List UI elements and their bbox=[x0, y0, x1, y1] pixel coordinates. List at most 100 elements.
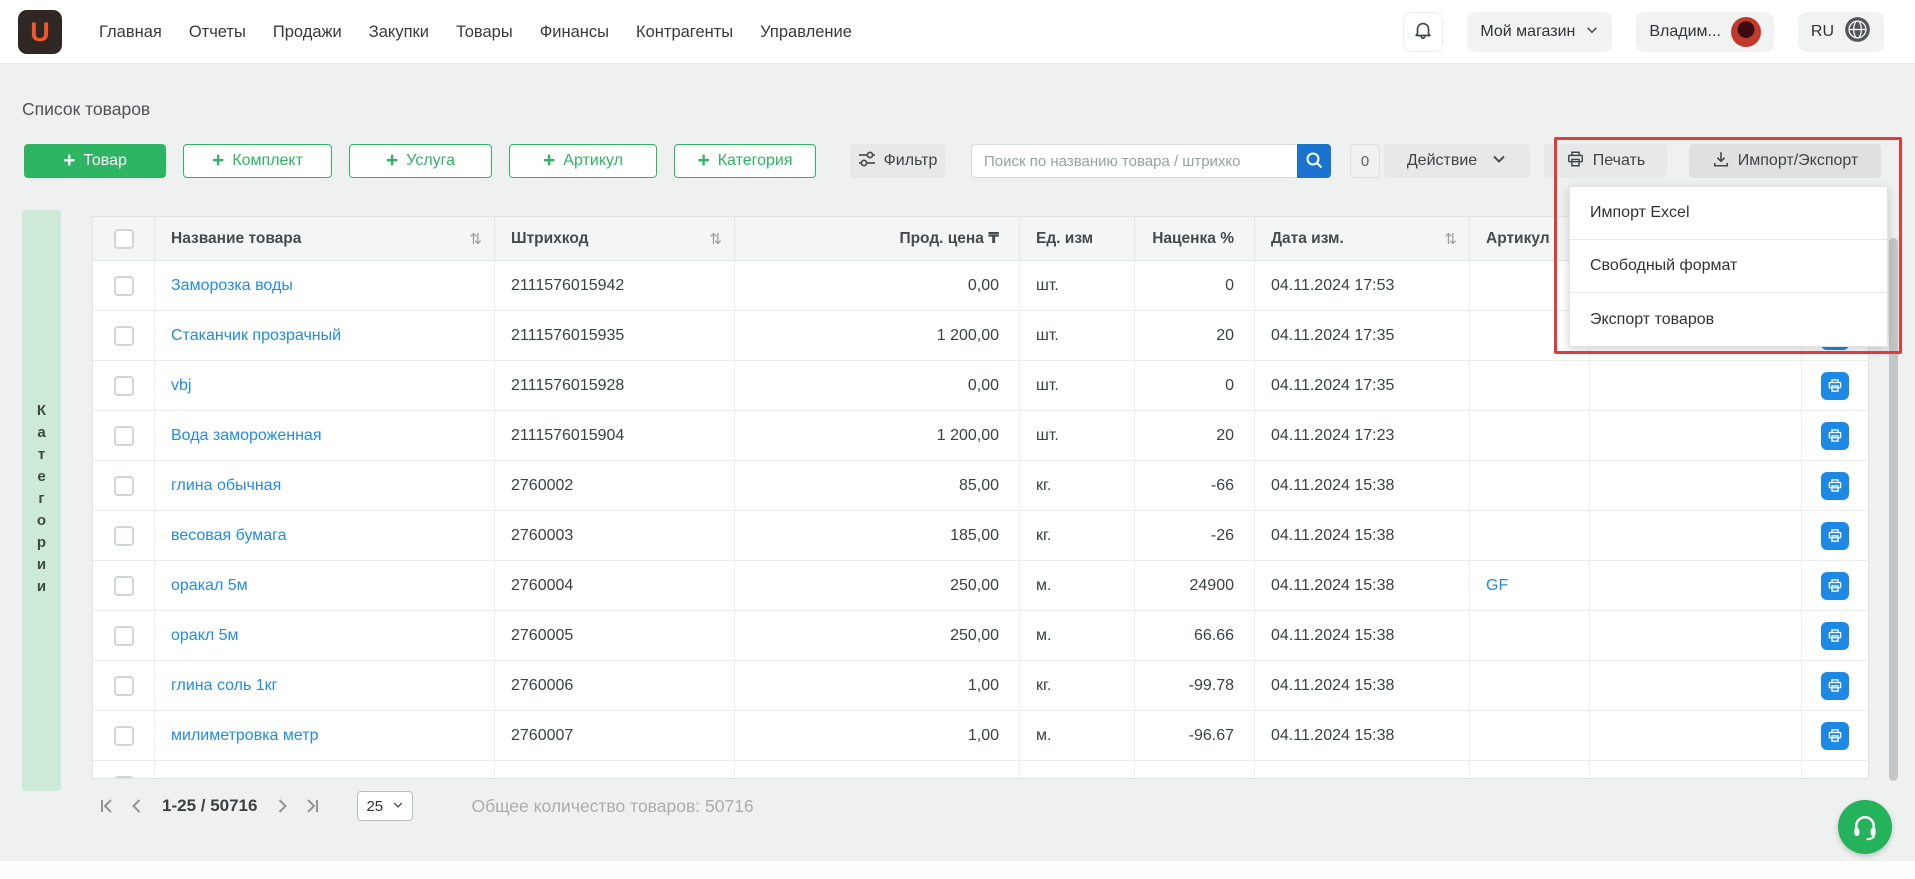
date-cell: 04.11.2024 15:38 bbox=[1255, 611, 1470, 660]
language-selector[interactable]: RU bbox=[1797, 12, 1884, 52]
add-product-button[interactable]: + Товар bbox=[24, 144, 166, 178]
barcode-cell: 2760006 bbox=[495, 661, 735, 710]
nav-right: Мой магазин Владим... RU bbox=[1403, 12, 1884, 52]
row-checkbox-cell bbox=[93, 461, 155, 510]
search-button[interactable] bbox=[1297, 144, 1331, 178]
row-print-button[interactable] bbox=[1821, 621, 1849, 650]
nav-item-8[interactable]: Управление bbox=[760, 23, 852, 42]
row-print-button[interactable] bbox=[1821, 471, 1849, 500]
product-name-link[interactable]: Стаканчик прозрачный bbox=[171, 327, 341, 345]
add-product-label: Товар bbox=[83, 152, 127, 169]
markup-cell: -96.67 bbox=[1135, 711, 1255, 760]
table-row: глина соль 1кг 2760006 1,00 кг. -99.78 0… bbox=[93, 661, 1868, 711]
print-button[interactable]: Печать bbox=[1544, 144, 1667, 178]
product-name-link[interactable]: весовая бумага bbox=[171, 527, 287, 545]
column-header-modified[interactable]: Дата изм. ⇅ bbox=[1255, 217, 1470, 260]
row-checkbox[interactable] bbox=[113, 275, 134, 296]
user-menu[interactable]: Владим... bbox=[1636, 12, 1774, 52]
select-all-cell bbox=[93, 217, 155, 260]
row-checkbox[interactable] bbox=[113, 725, 134, 746]
app-logo[interactable]: U bbox=[18, 10, 62, 54]
row-checkbox[interactable] bbox=[113, 375, 134, 396]
row-checkbox[interactable] bbox=[113, 776, 134, 778]
row-print-button[interactable] bbox=[1821, 721, 1849, 750]
barcode-cell: 2760005 bbox=[495, 611, 735, 660]
next-page-button[interactable] bbox=[267, 796, 297, 816]
product-name-link[interactable]: милиметровка метр bbox=[171, 727, 319, 745]
nav-item-3[interactable]: Продажи bbox=[273, 23, 342, 42]
page-size-select[interactable]: 25 bbox=[357, 791, 414, 821]
row-print-button[interactable] bbox=[1821, 421, 1849, 450]
add-category-button[interactable]: + Категория bbox=[674, 144, 816, 178]
table-row: милиметровка метр 2760007 1,00 м. -96.67… bbox=[93, 711, 1868, 761]
price-cell: 0,00 bbox=[735, 261, 1020, 310]
date-cell: 04.11.2024 15:38 bbox=[1255, 461, 1470, 510]
price-cell: 250,00 bbox=[735, 561, 1020, 610]
filter-label: Фильтр bbox=[883, 152, 938, 169]
product-name-link[interactable]: глина обычная bbox=[171, 477, 281, 495]
add-sku-button[interactable]: + Артикул bbox=[509, 144, 657, 178]
product-name-link[interactable]: Вода замороженная bbox=[171, 427, 321, 445]
row-checkbox[interactable] bbox=[113, 325, 134, 346]
notifications-button[interactable] bbox=[1403, 12, 1444, 52]
sku-cell bbox=[1470, 711, 1590, 760]
column-header-barcode[interactable]: Штрихкод ⇅ bbox=[495, 217, 735, 260]
row-print-button[interactable] bbox=[1821, 671, 1849, 700]
nav-item-5[interactable]: Товары bbox=[456, 23, 513, 42]
store-selector[interactable]: Мой магазин bbox=[1467, 12, 1613, 52]
categories-panel-toggle[interactable]: Категории bbox=[22, 210, 61, 791]
row-print-button[interactable] bbox=[1821, 521, 1849, 550]
toolbar: + Товар + Комплект + Услуга + Артикул + … bbox=[0, 144, 1915, 178]
column-header-name[interactable]: Название товара ⇅ bbox=[155, 217, 495, 260]
row-checkbox[interactable] bbox=[113, 575, 134, 596]
vertical-scrollbar-thumb[interactable] bbox=[1889, 238, 1898, 781]
product-name-link[interactable]: vbj bbox=[171, 377, 191, 395]
product-name-link[interactable]: оракал 5м bbox=[171, 577, 248, 595]
filter-button[interactable]: Фильтр bbox=[850, 144, 945, 178]
select-all-checkbox[interactable] bbox=[113, 228, 134, 249]
row-checkbox[interactable] bbox=[113, 425, 134, 446]
row-print-button[interactable] bbox=[1821, 571, 1849, 600]
sort-icon[interactable]: ⇅ bbox=[1444, 230, 1457, 248]
first-page-button[interactable] bbox=[92, 796, 122, 816]
import-export-button[interactable]: Импорт/Экспорт bbox=[1689, 144, 1881, 178]
product-name-link[interactable]: глина соль 1кг bbox=[171, 677, 278, 695]
action-dropdown-button[interactable]: Действие bbox=[1384, 144, 1530, 178]
row-checkbox[interactable] bbox=[113, 675, 134, 696]
add-kit-button[interactable]: + Комплект bbox=[183, 144, 332, 178]
name-cell: весовая бумага bbox=[155, 511, 495, 560]
add-service-label: Услуга bbox=[406, 152, 456, 169]
nav-item-1[interactable]: Главная bbox=[99, 23, 162, 42]
import-export-menu-item[interactable]: Импорт Excel bbox=[1570, 187, 1887, 240]
add-service-button[interactable]: + Услуга bbox=[349, 144, 492, 178]
nav-item-7[interactable]: Контрагенты bbox=[636, 23, 733, 42]
prev-page-button[interactable] bbox=[122, 796, 152, 816]
spacer-cell bbox=[1590, 661, 1802, 710]
markup-cell: -99.78 bbox=[1135, 661, 1255, 710]
table-row: глина обычная 2760002 85,00 кг. -66 04.1… bbox=[93, 461, 1868, 511]
row-checkbox[interactable] bbox=[113, 475, 134, 496]
product-name-link[interactable]: Заморозка воды bbox=[171, 277, 293, 295]
table-row: vbj 2111576015928 0,00 шт. 0 04.11.2024 … bbox=[93, 361, 1868, 411]
row-checkbox[interactable] bbox=[113, 625, 134, 646]
row-checkbox-cell bbox=[93, 361, 155, 410]
search-input[interactable] bbox=[971, 144, 1297, 178]
last-page-button[interactable] bbox=[297, 796, 327, 816]
sku-link[interactable]: GF bbox=[1486, 577, 1508, 595]
support-button[interactable] bbox=[1838, 800, 1892, 854]
nav-item-4[interactable]: Закупки bbox=[369, 23, 429, 42]
nav-item-6[interactable]: Финансы bbox=[540, 23, 609, 42]
sku-cell bbox=[1470, 661, 1590, 710]
sort-icon[interactable]: ⇅ bbox=[469, 230, 482, 248]
barcode-cell: 2760003 bbox=[495, 511, 735, 560]
sort-icon[interactable]: ⇅ bbox=[709, 230, 722, 248]
row-print-button[interactable] bbox=[1821, 371, 1849, 400]
globe-icon bbox=[1844, 16, 1871, 48]
import-export-menu-item[interactable]: Экспорт товаров bbox=[1570, 293, 1887, 346]
import-export-menu-item[interactable]: Свободный формат bbox=[1570, 240, 1887, 293]
print-cell bbox=[1802, 561, 1868, 610]
nav-item-2[interactable]: Отчеты bbox=[189, 23, 246, 42]
name-cell bbox=[155, 761, 495, 778]
product-name-link[interactable]: оракл 5м bbox=[171, 627, 239, 645]
row-checkbox[interactable] bbox=[113, 525, 134, 546]
